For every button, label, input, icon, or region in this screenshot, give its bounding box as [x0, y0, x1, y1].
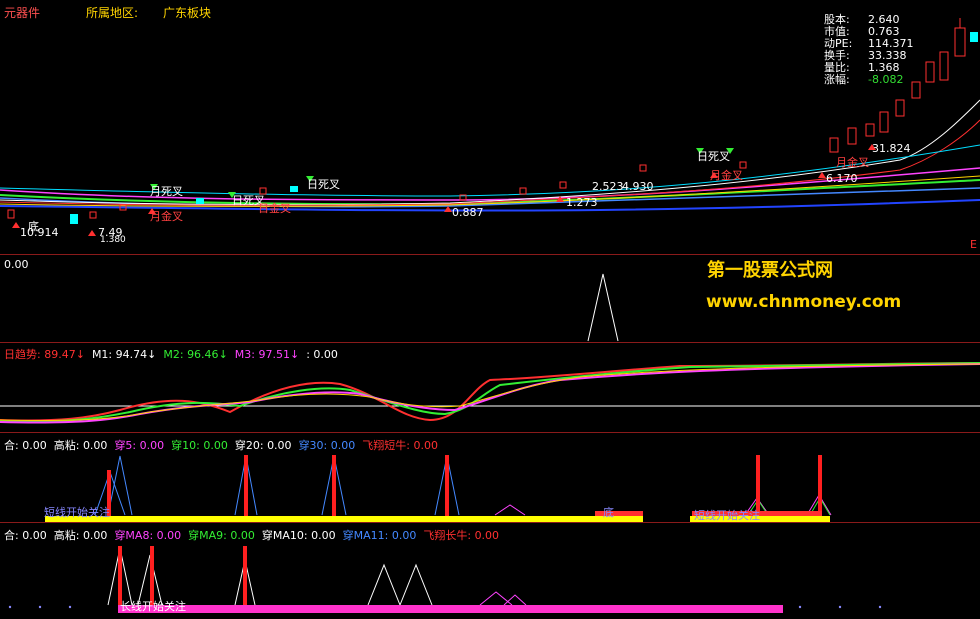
- signal-annotation: 日死叉: [697, 150, 730, 163]
- price-label: 1.273: [566, 196, 598, 209]
- price-label: 4.930: [622, 180, 654, 193]
- signal-annotation: 月金叉: [836, 156, 869, 169]
- panel2-header: 日趋势: 89.47↓ M1: 94.74↓ M2: 96.46↓ M3: 97…: [4, 348, 338, 361]
- price-label: 2.523: [592, 180, 624, 193]
- price-label: 1.380: [100, 235, 126, 245]
- price-label: 0.887: [452, 206, 484, 219]
- right-edge-marker: E: [970, 238, 977, 251]
- watermark-title: 第一股票公式网: [707, 260, 833, 281]
- short-term-watch-label: 短线开始关注: [44, 506, 110, 519]
- watermark-url: www.chnmoney.com: [706, 292, 902, 312]
- panel3-header: 合: 0.00 高粘: 0.00 穿5: 0.00 穿10: 0.00 穿20:…: [4, 439, 438, 452]
- long-term-watch-label: 长线开始关注: [120, 600, 186, 613]
- signal-annotation: 日金叉: [258, 202, 291, 215]
- bottom-marker-label: 底: [603, 506, 614, 519]
- stats-panel: 股本: 2.640 市值: 0.763 动PE: 114.371 换手: 33.338 …: [824, 14, 914, 86]
- short-term-watch-label: 短线开始关注: [694, 509, 760, 522]
- panel4-header: 合: 0.00 高粘: 0.00 穿MA8: 0.00 穿MA9: 0.00 穿…: [4, 529, 500, 542]
- signal-annotation: 月死叉: [150, 185, 183, 198]
- price-label: 31.824: [872, 142, 911, 155]
- stat-change-pct: 涨幅: -8.082: [824, 73, 904, 86]
- signal-annotation: 日死叉: [307, 178, 340, 191]
- price-label: 10.914: [20, 226, 59, 239]
- signal-annotation: 月金叉: [710, 169, 743, 182]
- price-label: 6.170: [826, 172, 858, 185]
- panel1-value: 0.00: [4, 258, 29, 271]
- signal-annotation: 月金叉: [150, 210, 183, 223]
